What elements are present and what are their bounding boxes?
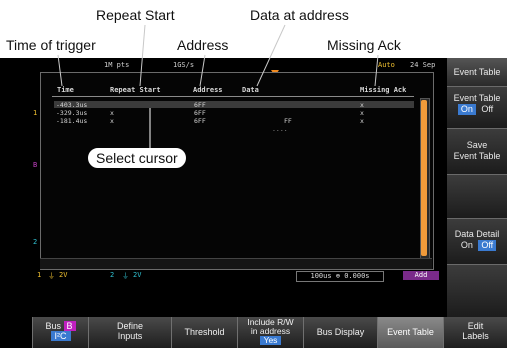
callout-leader-lines: [57, 24, 379, 150]
leader-repeat-start: [139, 24, 146, 87]
leader-time: [57, 54, 63, 87]
leader-data: [256, 24, 286, 87]
leader-address: [199, 54, 206, 87]
leader-missing-ack: [374, 54, 379, 87]
callout-select-cursor: Select cursor: [88, 148, 186, 168]
